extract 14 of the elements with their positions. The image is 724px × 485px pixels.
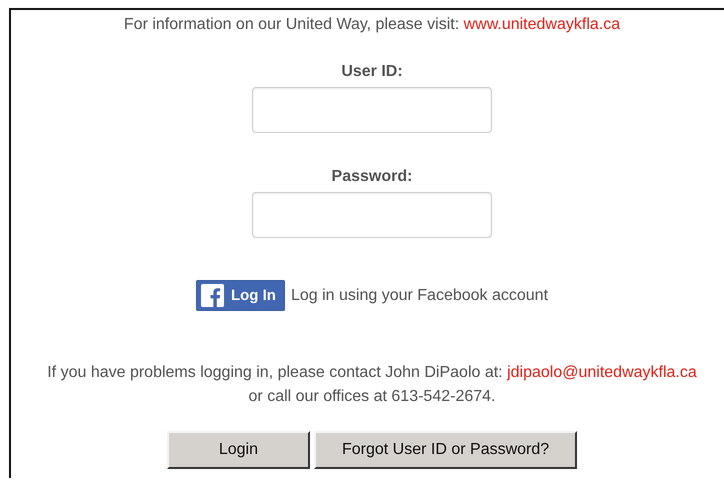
facebook-logo-icon (200, 284, 224, 307)
email-link[interactable]: jdipaolo@unitedwaykfla.ca (507, 364, 697, 381)
forgot-button[interactable]: Forgot User ID or Password? (314, 431, 578, 469)
phone-text: or call our offices at 613-542-2674. (248, 388, 496, 406)
input-field[interactable] (252, 192, 492, 238)
website-link[interactable]: www.unitedwaykfla.ca (464, 16, 620, 33)
field-label: Password: (332, 168, 412, 186)
login-button[interactable]: Login (166, 431, 310, 469)
info-text: For information on our United Way, please visit: www.unitedwaykfla.ca (124, 16, 620, 34)
contact-text: If you have problems logging in, please contact John DiPaolo at: jdipaolo@unitedwaykfla.ca (47, 364, 697, 382)
input-field[interactable] (252, 87, 492, 133)
facebook-login-text: Log in using your Facebook account (290, 286, 548, 304)
field-label: User ID: (341, 63, 403, 81)
facebook-login-button[interactable]: Log In (196, 280, 285, 311)
